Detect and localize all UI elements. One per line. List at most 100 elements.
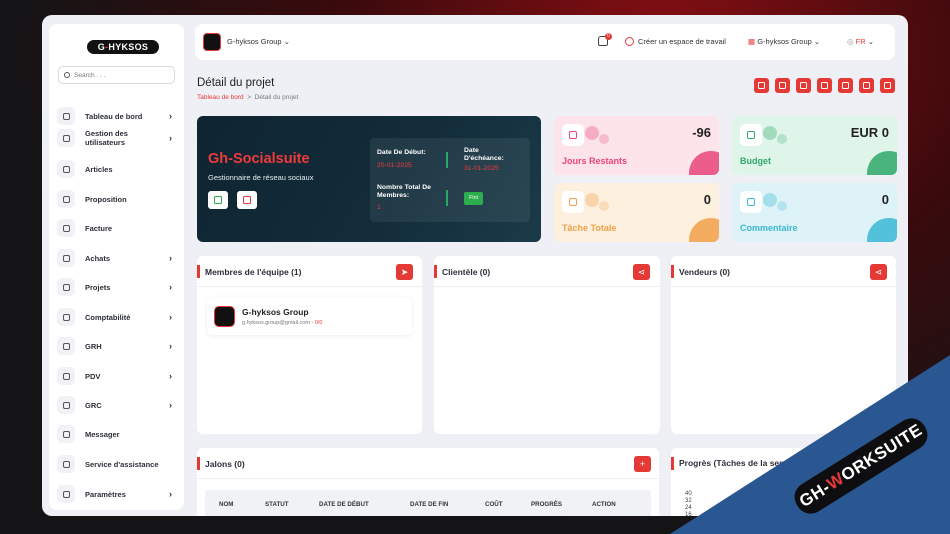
column-header[interactable]: COÛT — [485, 501, 503, 508]
sidebar-item[interactable]: Articles — [57, 157, 179, 181]
panel-title: Jalons (0) — [205, 459, 245, 469]
delete-project-button[interactable] — [237, 191, 257, 209]
comment-icon — [747, 198, 755, 206]
decor — [763, 193, 777, 207]
y-tick-label: 40 — [685, 491, 692, 497]
stat-label: Tâche Totale — [562, 223, 617, 233]
create-workspace-button[interactable]: Créer un espace de travail — [638, 37, 726, 46]
workspace-switcher[interactable]: G-hyksos Group ⌄ — [227, 37, 290, 46]
sidebar-item-label: GRC — [85, 400, 102, 410]
accent-bar — [671, 265, 674, 278]
sidebar-item[interactable]: Gestion des utilisateurs › — [57, 126, 179, 150]
breadcrumb-current: Détail du projet — [254, 94, 299, 101]
sidebar-item-label: Messager — [85, 429, 120, 439]
network-icon — [57, 337, 75, 355]
breadcrumb-home[interactable]: Tableau de bord — [197, 94, 244, 101]
sidebar-item[interactable]: Proposition — [57, 187, 179, 211]
divider — [446, 152, 448, 168]
member-card: G-hyksos Group g.hyksos.group@gmail.com … — [207, 297, 412, 335]
column-header[interactable]: NOM — [219, 501, 233, 508]
share-icon: ⋖ — [637, 267, 646, 277]
stat-value: EUR 0 — [850, 125, 889, 140]
swap-icon — [57, 190, 75, 208]
stat-icon-box — [740, 124, 762, 146]
workspace-avatar[interactable] — [203, 33, 221, 51]
cart-icon — [57, 160, 75, 178]
decor — [585, 126, 599, 140]
share-clients-button[interactable]: ⋖ — [633, 264, 650, 280]
globe-icon: ◎ — [847, 37, 854, 46]
settings-button[interactable] — [775, 78, 790, 93]
milestones-panel: Jalons (0) + NOM STATUT DATE DE DÉBUT DA… — [197, 448, 659, 516]
decor — [599, 134, 609, 144]
chevron-right-icon: › — [169, 312, 172, 322]
sidebar-item[interactable]: PDV › — [57, 364, 179, 388]
chart-icon — [821, 82, 828, 89]
members-count-label: Nombre Total De Membres: — [377, 184, 431, 199]
sidebar-item[interactable]: Messager — [57, 422, 179, 446]
decor — [689, 218, 719, 242]
budget-card: EUR 0 Budget — [732, 116, 897, 175]
start-date-value: 20-01-2025 — [377, 162, 412, 169]
sidebar-item[interactable]: Achats › — [57, 246, 179, 270]
decor — [763, 126, 777, 140]
brand-logo[interactable]: G-HYKSOS — [87, 40, 159, 54]
sidebar-item[interactable]: Projets › — [57, 275, 179, 299]
timesheet-button[interactable] — [880, 78, 895, 93]
money-icon — [747, 131, 755, 139]
column-header[interactable]: STATUT — [265, 501, 288, 508]
bug-button[interactable] — [859, 78, 874, 93]
notification-badge: 0 — [605, 33, 612, 40]
file-icon — [842, 82, 849, 89]
column-header[interactable]: ACTION — [592, 501, 616, 508]
calendar-icon — [800, 82, 807, 89]
stat-value: -96 — [692, 125, 711, 140]
dots-grid-icon — [57, 367, 75, 385]
sidebar-item-label: Facture — [85, 223, 113, 233]
invoice-icon — [57, 219, 75, 237]
accent-bar — [671, 457, 674, 470]
search-input[interactable]: Search . . . — [58, 66, 175, 84]
decor — [867, 218, 897, 242]
add-milestone-button[interactable]: + — [634, 456, 651, 472]
sidebar-item[interactable]: GRH › — [57, 334, 179, 358]
sidebar-item[interactable]: GRC › — [57, 393, 179, 417]
decor — [867, 151, 897, 175]
language-switcher[interactable]: ◎ FR ⌄ — [847, 37, 874, 46]
grid-icon — [57, 308, 75, 326]
y-tick-label: 24 — [685, 505, 692, 511]
edit-project-button[interactable] — [208, 191, 228, 209]
panel-header: Clientèle (0) ⋖ — [434, 256, 660, 287]
y-tick-label: 32 — [685, 498, 692, 504]
gear-icon — [779, 82, 786, 89]
start-date-label: Date De Début: — [377, 149, 426, 156]
company-switcher[interactable]: ▦ G-hyksos Group ⌄ — [748, 37, 820, 46]
sidebar-item[interactable]: Comptabilité › — [57, 305, 179, 329]
member-email: g.hyksos.group@gmail.com - 0/0 — [242, 320, 323, 326]
headset-icon — [57, 455, 75, 473]
decor — [777, 134, 787, 144]
copy-button[interactable] — [754, 78, 769, 93]
chevron-right-icon: › — [169, 282, 172, 292]
decor — [599, 201, 609, 211]
column-header[interactable]: DATE DE FIN — [410, 501, 448, 508]
page-title: Détail du projet — [197, 77, 275, 89]
sidebar: G-HYKSOS Search . . . Tableau de bord › Ge… — [49, 24, 184, 510]
decor — [585, 193, 599, 207]
column-header[interactable]: PROGRÈS — [531, 501, 562, 508]
invite-member-button[interactable]: ➤ — [396, 264, 413, 280]
stat-icon-box — [562, 124, 584, 146]
column-header[interactable]: DATE DE DÉBUT — [319, 501, 369, 508]
sidebar-item[interactable]: Service d'assistance — [57, 452, 179, 476]
sidebar-item[interactable]: Tableau de bord › — [57, 104, 179, 128]
divider — [446, 190, 448, 206]
calendar-button[interactable] — [796, 78, 811, 93]
share-vendors-button[interactable]: ⋖ — [870, 264, 887, 280]
sidebar-item[interactable]: Facture — [57, 216, 179, 240]
sidebar-item[interactable]: Paramètres › — [57, 482, 179, 506]
chevron-right-icon: › — [169, 371, 172, 381]
report-button[interactable] — [838, 78, 853, 93]
panel-header: Membres de l'équipe (1) ➤ — [197, 256, 422, 287]
chart-button[interactable] — [817, 78, 832, 93]
chevron-down-icon: ⌄ — [283, 37, 290, 46]
